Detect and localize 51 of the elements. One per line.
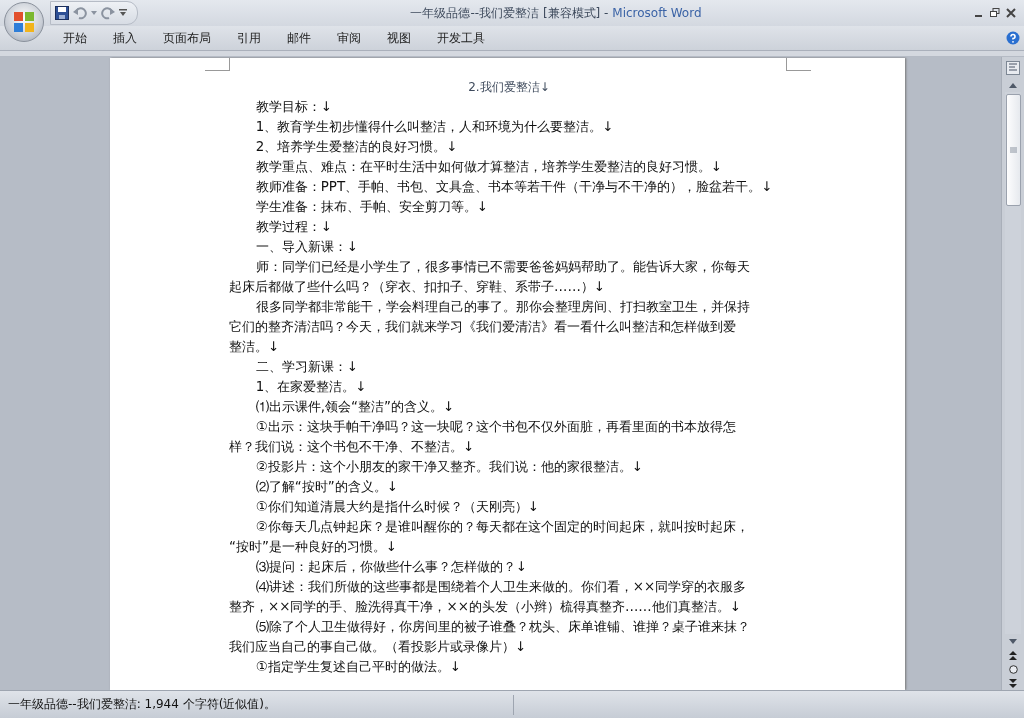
paragraph: 1、在家爱整洁。↓ <box>254 378 367 396</box>
ribbon-tab[interactable]: 审阅 <box>324 27 374 49</box>
ribbon-tab[interactable]: 插入 <box>100 27 150 49</box>
crop-mark <box>205 58 230 71</box>
crop-mark <box>786 58 811 71</box>
scroll-down-icon[interactable] <box>1009 638 1017 644</box>
paragraph: ⑵了解“按时”的含义。↓ <box>254 478 398 496</box>
paragraph: 教学目标：↓ <box>254 98 333 116</box>
redo-icon[interactable] <box>101 6 115 20</box>
help-icon[interactable] <box>1006 31 1020 45</box>
scrollbar-thumb[interactable] <box>1006 94 1021 206</box>
ribbon-tab[interactable]: 引用 <box>224 27 274 49</box>
paragraph: 教学过程：↓ <box>254 218 333 236</box>
next-page-icon[interactable] <box>1009 678 1017 688</box>
document-heading: 2.我们爱整洁↓ <box>467 79 551 96</box>
paragraph: 学生准备：抹布、手帕、安全剪刀等。↓ <box>254 198 489 216</box>
ribbon-tab[interactable]: 开发工具 <box>424 27 498 49</box>
ribbon-tab[interactable]: 页面布局 <box>150 27 224 49</box>
ribbon-tab[interactable]: 邮件 <box>274 27 324 49</box>
ribbon-tab[interactable]: 开始 <box>50 27 100 49</box>
paragraph: ②投影片：这个小朋友的家干净又整齐。我们说：他的家很整洁。↓ <box>254 458 644 476</box>
previous-page-icon[interactable] <box>1009 650 1017 660</box>
scroll-up-icon[interactable] <box>1009 82 1017 88</box>
paragraph: ⑷讲述：我们所做的这些事都是围绕着个人卫生来做的。你们看，××同学穿的衣服多 整齐，××同学的手、脸洗得真干净，××的头发（小辫）梳得真整齐……他们真整洁。↓ <box>229 578 747 616</box>
paragraph: 2、培养学生爱整洁的良好习惯。↓ <box>254 138 458 156</box>
paragraph: ①指定学生复述自己平时的做法。↓ <box>254 658 462 676</box>
restore-icon[interactable] <box>990 8 1000 18</box>
window-title: 一年级品德--我们爱整洁 [兼容模式] - Microsoft Word <box>410 5 702 20</box>
paragraph: 1、教育学生初步懂得什么叫整洁，人和环境为什么要整洁。↓ <box>254 118 614 136</box>
paragraph: ⑶提问：起床后，你做些什么事？怎样做的？↓ <box>254 558 528 576</box>
paragraph: ①你们知道清晨大约是指什么时候？（天刚亮）↓ <box>254 498 540 516</box>
office-button[interactable] <box>4 2 44 42</box>
customize-icon[interactable] <box>119 9 127 17</box>
close-icon[interactable] <box>1006 8 1016 18</box>
paragraph: 教师准备：PPT、手帕、书包、文具盒、书本等若干件（干净与不干净的），脸盆若干。↓ <box>254 178 773 196</box>
status-text: 一年级品德--我们爱整洁: 1,944 个字符(近似值)。 <box>8 697 277 711</box>
paragraph: 师：同学们已经是小学生了，很多事情已不需要爸爸妈妈帮助了。能告诉大家，你每天 起床后都做了些什么吗？（穿衣、扣扣子、穿鞋、系带子……）↓ <box>229 258 750 296</box>
paragraph: ②你每天几点钟起床？是谁叫醒你的？每天都在这个固定的时间起床，就叫按时起床， “按时”是一种良好的习惯。↓ <box>229 518 749 556</box>
ribbon-tab[interactable]: 视图 <box>374 27 424 49</box>
office-logo-icon <box>12 10 36 34</box>
paragraph: ⑸除了个人卫生做得好，你房间里的被子谁叠？枕头、床单谁铺、谁掸？桌子谁来抹？ 我们应当自己的事自己做。（看投影片或录像片）↓ <box>229 618 750 656</box>
paragraph: 教学重点、难点：在平时生活中如何做才算整洁，培养学生爱整洁的良好习惯。↓ <box>254 158 723 176</box>
browse-object-icon[interactable] <box>1008 664 1018 674</box>
paragraph: 二、学习新课：↓ <box>254 358 359 376</box>
paragraph: 一、导入新课：↓ <box>254 238 359 256</box>
paragraph: ①出示：这块手帕干净吗？这一块呢？这个书包不仅外面脏，再看里面的书本放得怎 样？我们说：这个书包不干净、不整洁。↓ <box>229 418 736 456</box>
paragraph: ⑴出示课件,领会“整洁”的含义。↓ <box>254 398 455 416</box>
ruler-toggle-icon[interactable] <box>1006 61 1020 75</box>
dropdown-icon[interactable] <box>91 11 97 15</box>
save-icon[interactable] <box>55 6 69 20</box>
paragraph: 很多同学都非常能干，学会料理自己的事了。那你会整理房间、打扫教室卫生，并保持 它们的整齐清洁吗？今天，我们就来学习《我们爱清洁》看一看什么叫整洁和怎样做到爱 整洁。↓ <box>229 298 750 356</box>
